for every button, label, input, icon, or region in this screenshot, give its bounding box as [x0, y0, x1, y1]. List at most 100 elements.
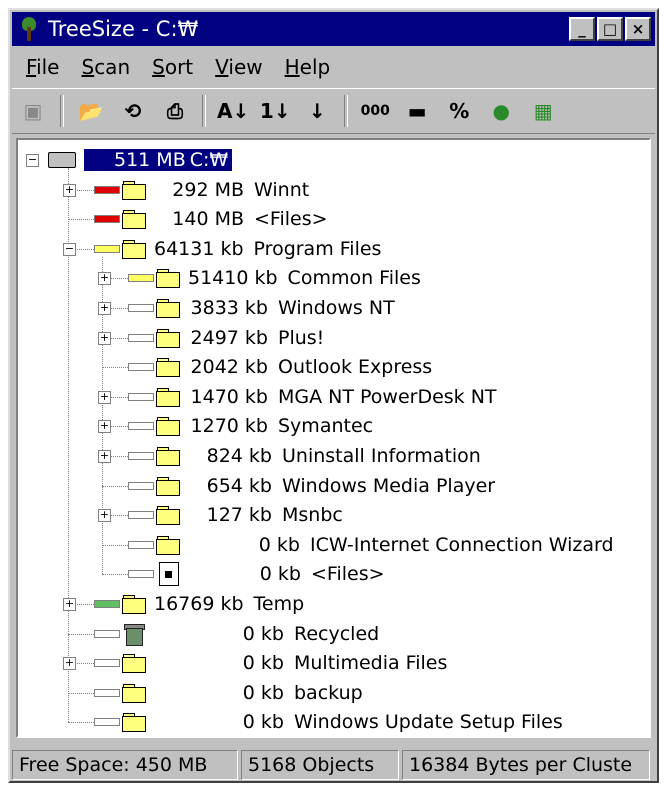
tree-row[interactable]: 0 kb Windows Update Setup Files: [94, 708, 563, 736]
percent-icon[interactable]: %: [443, 95, 475, 127]
tree-connector: [102, 485, 128, 487]
item-name: ICW-Internet Connection Wizard: [310, 533, 614, 556]
item-size: 1270 kb: [190, 415, 268, 438]
recycle-bin-icon: [122, 623, 146, 646]
item-size: 0 kb: [242, 681, 284, 704]
expand-toggle[interactable]: +: [98, 390, 111, 404]
size-bar: [94, 215, 120, 224]
folder-icon: [122, 210, 146, 230]
item-name: Windows Media Player: [282, 474, 496, 497]
title-bar[interactable]: TreeSize - C:₩ _ □ ×: [12, 12, 655, 46]
size-bar: [128, 363, 154, 372]
item-name: Symantec: [278, 415, 374, 438]
expand-toggle[interactable]: +: [98, 450, 111, 463]
tree-connector: [102, 367, 128, 369]
size-bar: [128, 422, 154, 431]
tree-row[interactable]: 64131 kb Program Files: [94, 235, 381, 263]
expand-toggle[interactable]: +: [98, 420, 111, 434]
item-size: 127 kb: [206, 504, 272, 527]
expand-toggle[interactable]: +: [98, 302, 111, 315]
item-name: Winnt: [254, 178, 310, 201]
item-size: 0 kb: [242, 711, 284, 734]
item-size: 1470 kb: [190, 385, 268, 408]
folder-icon: [156, 535, 180, 555]
item-size: 16769 kb: [154, 593, 244, 615]
tree-view[interactable]: −511 MB C:₩ +292 MB Winnt 140 MB <Files> −6413…: [16, 138, 651, 738]
size-bar: [94, 185, 120, 194]
expand-toggle[interactable]: +: [98, 331, 111, 345]
tree-row[interactable]: 0 kb backup: [94, 679, 363, 707]
toolbar: ▣ 📂 ⟲ ⎙ A↓ 1↓ ↓ 000 ▬ % ● ▦: [12, 88, 655, 134]
tree-row[interactable]: 292 MB Winnt: [94, 176, 309, 204]
sort-alpha-icon[interactable]: A↓: [217, 95, 249, 127]
menu-scan[interactable]: Scan: [81, 55, 130, 79]
menu-view[interactable]: View: [215, 55, 262, 79]
folder-icon: [122, 683, 146, 703]
tree-row[interactable]: 1470 kb MGA NT PowerDesk NT: [128, 383, 497, 411]
tree-row[interactable]: 140 MB <Files>: [94, 205, 328, 233]
tree-row[interactable]: 511 MB C:₩: [48, 146, 233, 174]
item-name: MGA NT PowerDesk NT: [278, 385, 497, 408]
tree-connector: [68, 722, 94, 724]
item-size: 0 kb: [242, 652, 284, 675]
menu-help[interactable]: Help: [285, 55, 331, 79]
size-bar: [94, 629, 120, 638]
open-folder-icon[interactable]: 📂: [75, 95, 107, 127]
show-size-icon[interactable]: 000: [359, 95, 391, 127]
tree-row[interactable]: 0 kb Multimedia Files: [94, 649, 447, 677]
folder-icon: [156, 417, 180, 437]
sort-size-icon[interactable]: 1↓: [259, 95, 291, 127]
globe-icon[interactable]: ●: [485, 95, 517, 127]
item-name: <Files>: [311, 563, 385, 586]
tree-row[interactable]: 0 kb <Files>: [128, 560, 385, 588]
tree-row[interactable]: 0 kb Recycled: [94, 620, 379, 648]
menu-sort[interactable]: Sort: [152, 55, 193, 79]
tree-row[interactable]: 2042 kb Outlook Express: [128, 353, 432, 381]
item-size: 64131 kb: [154, 237, 244, 260]
tree-row[interactable]: 16769 kb Temp: [94, 590, 304, 618]
tree-connector: [102, 544, 128, 546]
expand-toggle[interactable]: +: [98, 272, 111, 286]
tree-row[interactable]: 0 kb ICW-Internet Connection Wizard: [128, 531, 614, 559]
tree-connector: [68, 692, 94, 694]
item-size: 0 kb: [259, 563, 301, 586]
size-bar: [128, 540, 154, 549]
maximize-button[interactable]: □: [597, 17, 623, 41]
size-bar: [128, 304, 154, 312]
item-size: 824 kb: [206, 445, 272, 467]
tree-connector: [68, 219, 94, 221]
expand-toggle[interactable]: −: [26, 154, 39, 167]
item-name: Multimedia Files: [294, 652, 448, 675]
tree-row[interactable]: 127 kb Msnbc: [128, 501, 343, 529]
tree-row[interactable]: 3833 kb Windows NT: [128, 294, 395, 322]
expand-toggle[interactable]: +: [63, 657, 76, 671]
folder-icon: [156, 328, 180, 348]
tree-connector: [68, 633, 94, 635]
tree-row[interactable]: 51410 kb Common Files: [128, 264, 421, 292]
expand-toggle[interactable]: +: [63, 598, 76, 611]
sort-desc-icon[interactable]: ↓: [301, 95, 333, 127]
size-bar: [94, 718, 120, 727]
folder-icon: [122, 595, 146, 614]
item-size: 654 kb: [206, 474, 272, 497]
item-size: 0 kb: [258, 533, 300, 556]
tree-row[interactable]: 824 kb Uninstall Information: [128, 442, 481, 470]
menu-file[interactable]: File: [26, 55, 59, 79]
item-size: 511 MB: [84, 149, 186, 171]
status-bar: Free Space: 450 MB 5168 Objects 16384 By…: [12, 750, 655, 780]
minimize-button[interactable]: _: [569, 17, 595, 41]
export-icon[interactable]: ▦: [527, 95, 559, 127]
tree-row[interactable]: 1270 kb Symantec: [128, 412, 373, 440]
folder-icon: [122, 654, 146, 674]
expand-toggle[interactable]: +: [98, 509, 111, 523]
refresh-icon[interactable]: ⟲: [117, 95, 149, 127]
bar-icon[interactable]: ▬: [401, 95, 433, 127]
tree-row[interactable]: 654 kb Windows Media Player: [128, 472, 495, 500]
tree-row[interactable]: 2497 kb Plus!: [128, 324, 324, 352]
print-icon[interactable]: ⎙: [159, 95, 191, 127]
expand-toggle[interactable]: −: [63, 242, 76, 256]
drive-icon: [48, 152, 76, 168]
close-button[interactable]: ×: [625, 17, 651, 41]
stop-icon[interactable]: ▣: [17, 95, 49, 127]
expand-toggle[interactable]: +: [63, 183, 76, 197]
